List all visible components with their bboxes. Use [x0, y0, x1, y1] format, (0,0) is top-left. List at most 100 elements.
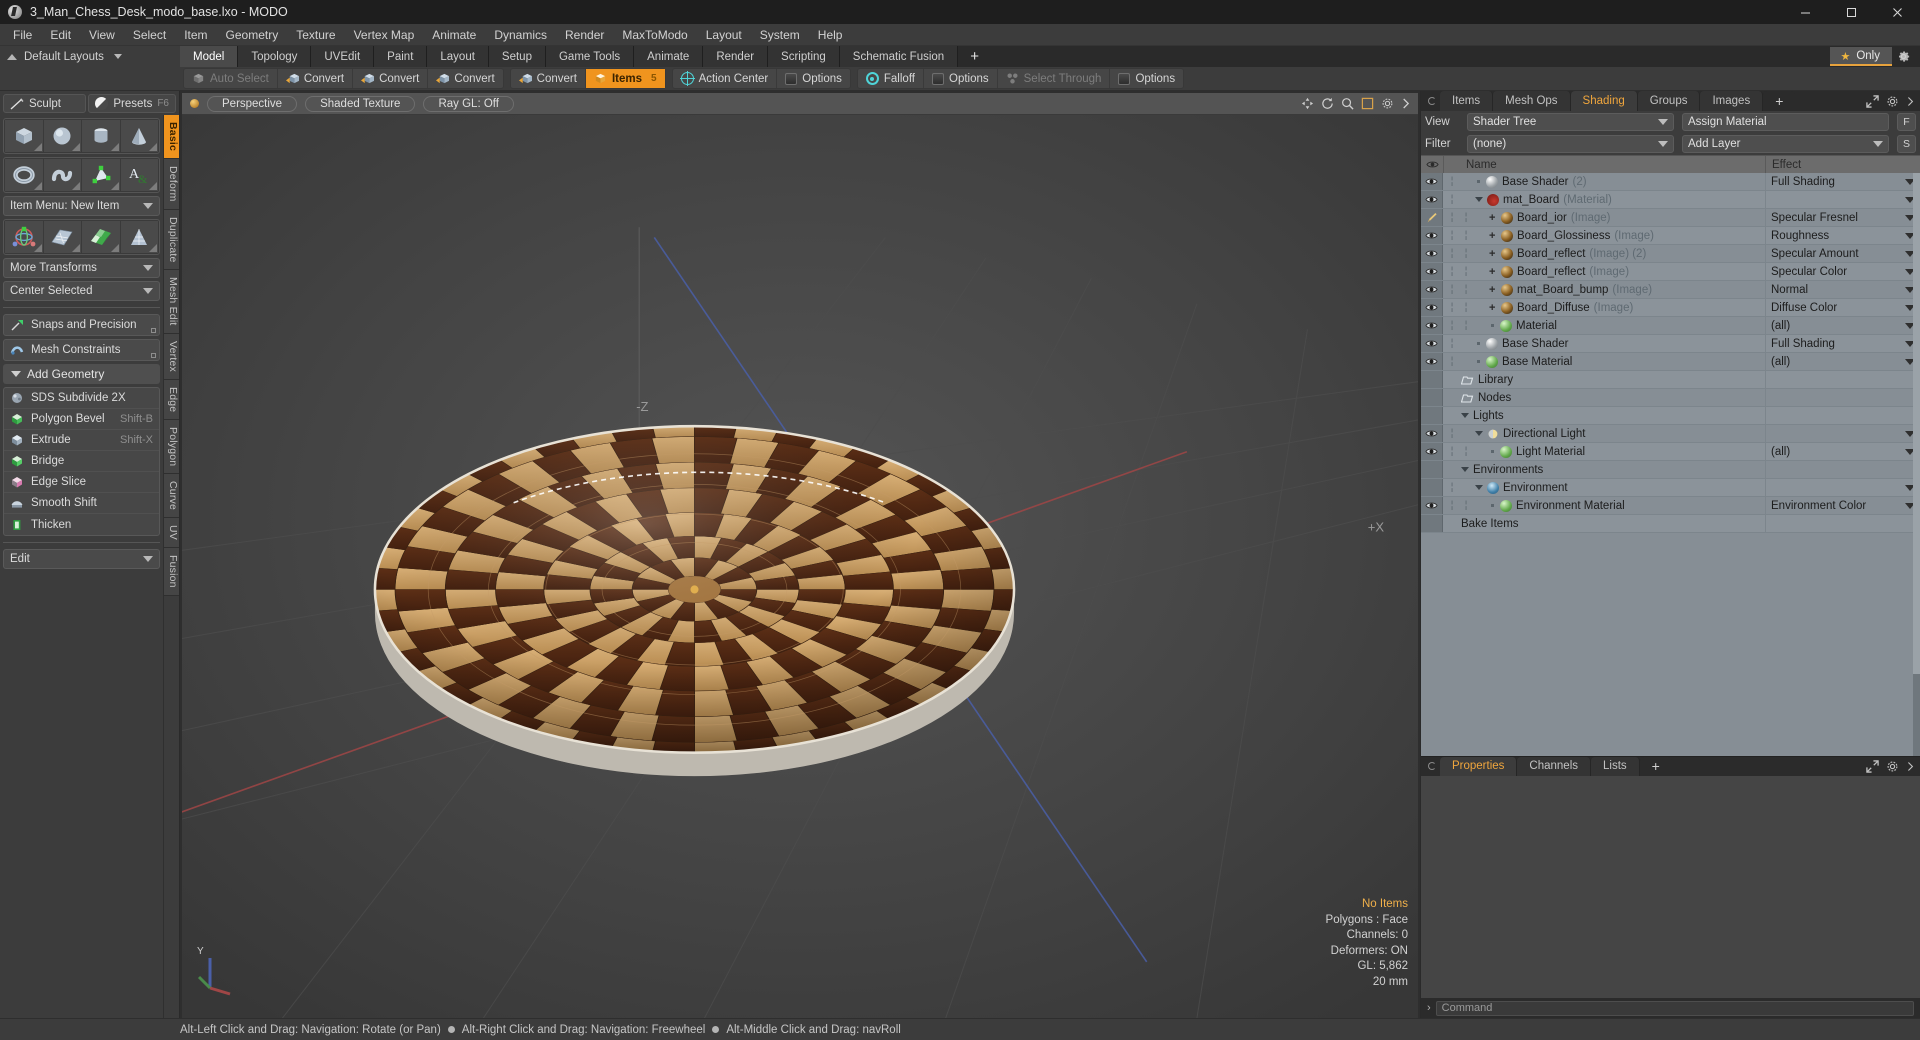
shading-tab-images[interactable]: Images [1700, 91, 1764, 111]
toolbar-button-select-through[interactable]: Select Through [998, 69, 1111, 88]
expand-triangle-icon[interactable] [1475, 431, 1483, 436]
torus-primitive-button[interactable] [5, 159, 43, 191]
shader-effect-dropdown[interactable]: Full Shading [1765, 335, 1920, 352]
layout-tab-render[interactable]: Render [703, 46, 769, 67]
viewport-projection-button[interactable]: Perspective [207, 95, 298, 112]
visibility-eye-icon[interactable] [1421, 281, 1443, 298]
menu-item-layout[interactable]: Layout [697, 26, 751, 44]
center-selected-dropdown[interactable]: Center Selected [3, 281, 160, 301]
assign-material-button[interactable]: Assign Material [1682, 113, 1889, 131]
cube-primitive-button[interactable] [5, 120, 43, 152]
visibility-eye-icon[interactable] [1421, 317, 1443, 334]
properties-tab-properties[interactable]: Properties [1440, 756, 1518, 776]
cone-primitive-button[interactable] [120, 120, 158, 152]
tree-scrollbar[interactable] [1913, 173, 1920, 756]
vertical-tab-mesh-edit[interactable]: Mesh Edit [164, 270, 179, 334]
sculpt-button[interactable]: Sculpt [3, 94, 87, 113]
toolbar-button-falloff[interactable]: Falloff [858, 69, 924, 88]
menu-item-edit[interactable]: Edit [41, 26, 80, 44]
toolbar-button-items[interactable]: Items 5 [585, 69, 665, 88]
geometry-tool-bridge[interactable]: Bridge [4, 451, 159, 472]
shader-effect-dropdown[interactable] [1765, 425, 1920, 442]
layout-tab-setup[interactable]: Setup [488, 46, 546, 67]
toolbar-button-auto-select[interactable]: Auto Select [184, 69, 278, 88]
cylinder-primitive-button[interactable] [82, 120, 120, 152]
layout-tab-uvedit[interactable]: UVEdit [311, 46, 375, 67]
viewport-raygl-button[interactable]: Ray GL: Off [423, 95, 514, 112]
vertical-tab-fusion[interactable]: Fusion [164, 548, 179, 597]
toolbar-button-options[interactable]: Options [1110, 69, 1183, 88]
edit-dropdown[interactable]: Edit [3, 549, 160, 569]
chevron-right-icon[interactable] [1401, 97, 1410, 110]
chevron-right-icon[interactable] [1906, 95, 1914, 108]
grid-plane-button[interactable] [43, 221, 81, 253]
menu-item-maxtomodo[interactable]: MaxToModo [613, 26, 696, 44]
shader-effect-dropdown[interactable]: (all) [1765, 443, 1920, 460]
shader-effect-dropdown[interactable] [1765, 479, 1920, 496]
gear-icon[interactable] [1381, 97, 1394, 110]
cone-mesh-button[interactable] [120, 221, 158, 253]
visibility-eye-icon[interactable] [1421, 335, 1443, 352]
layout-tab-model[interactable]: Model [180, 46, 239, 67]
add-properties-tab-button[interactable]: + [1639, 756, 1672, 776]
menu-item-texture[interactable]: Texture [287, 26, 344, 44]
menu-item-help[interactable]: Help [809, 26, 852, 44]
layout-tab-schematic-fusion[interactable]: Schematic Fusion [839, 46, 959, 67]
viewport-options-icon[interactable] [1361, 97, 1374, 110]
transform-gizmo-button[interactable] [5, 221, 43, 253]
geometry-tool-edge-slice[interactable]: Edge Slice [4, 472, 159, 493]
toolbar-button-options[interactable]: Options [777, 69, 850, 88]
chevron-right-icon[interactable] [1906, 760, 1914, 773]
viewport-shading-button[interactable]: Shaded Texture [305, 95, 416, 112]
add-layer-dropdown[interactable]: Add Layer [1682, 135, 1889, 153]
visibility-eye-icon[interactable] [1421, 497, 1443, 514]
shader-tree-row[interactable]: ¦ ¦ + Board_Glossiness (Image) Roughness [1421, 227, 1920, 245]
shader-tree-row[interactable]: ¦ Environment [1421, 479, 1920, 497]
rotate-view-icon[interactable] [1321, 97, 1334, 110]
only-toggle-button[interactable]: ★ Only [1830, 47, 1892, 66]
move-view-icon[interactable] [1301, 97, 1314, 110]
shader-tree-row[interactable]: Lights [1421, 407, 1920, 425]
expand-triangle-icon[interactable] [1461, 467, 1469, 472]
shader-tree-row[interactable]: ¦ ¦ + Board_reflect (Image) (2) Specular Amou… [1421, 245, 1920, 263]
shader-tree-row[interactable]: ¦ Base Shader Full Shading [1421, 335, 1920, 353]
vertical-tab-uv[interactable]: UV [164, 518, 179, 549]
shader-tree-row[interactable]: ¦ Directional Light [1421, 425, 1920, 443]
expand-triangle-icon[interactable] [1461, 413, 1469, 418]
visibility-eye-icon[interactable] [1421, 425, 1443, 442]
checker-plane-button[interactable] [82, 221, 120, 253]
panel-menu-icon[interactable] [1428, 762, 1436, 770]
geometry-tool-polygon-bevel[interactable]: Polygon Bevel Shift-B [4, 409, 159, 430]
expand-plus-icon[interactable]: + [1489, 266, 1497, 278]
add-layer-shortcut-button[interactable]: S [1897, 135, 1916, 153]
gear-icon[interactable] [1896, 49, 1912, 65]
gear-icon[interactable] [1886, 760, 1899, 773]
text-primitive-button[interactable]: A & [120, 159, 158, 191]
visibility-eye-icon[interactable] [1421, 443, 1443, 460]
mesh-constraints-button[interactable]: Mesh Constraints [3, 339, 160, 361]
shader-effect-dropdown[interactable] [1765, 389, 1920, 406]
shader-tree-row[interactable]: ¦ ¦ Material (all) [1421, 317, 1920, 335]
shader-effect-dropdown[interactable]: Environment Color [1765, 497, 1920, 514]
expand-plus-icon[interactable]: + [1489, 248, 1497, 260]
panel-menu-icon[interactable] [1428, 97, 1436, 105]
tree-scrollbar-thumb[interactable] [1913, 173, 1920, 674]
shader-tree-row[interactable]: ¦ Base Material (all) [1421, 353, 1920, 371]
menu-item-dynamics[interactable]: Dynamics [485, 26, 556, 44]
expand-plus-icon[interactable]: + [1489, 284, 1497, 296]
vertical-tab-basic[interactable]: Basic [164, 115, 179, 160]
shader-effect-dropdown[interactable]: Specular Color [1765, 263, 1920, 280]
tube-primitive-button[interactable] [43, 159, 81, 191]
shading-tab-mesh-ops[interactable]: Mesh Ops [1493, 91, 1571, 111]
options-square-icon[interactable] [151, 328, 156, 333]
visibility-eye-icon[interactable] [1421, 263, 1443, 280]
shader-effect-dropdown[interactable]: Specular Amount [1765, 245, 1920, 262]
toolbar-button-options[interactable]: Options [924, 69, 998, 88]
shader-effect-dropdown[interactable] [1765, 371, 1920, 388]
layout-tab-topology[interactable]: Topology [238, 46, 312, 67]
presets-button[interactable]: Presets F6 [88, 94, 176, 113]
shader-tree-row[interactable]: Library [1421, 371, 1920, 389]
add-layout-tab-button[interactable]: + [958, 46, 991, 67]
visibility-eye-icon[interactable] [1421, 227, 1443, 244]
shading-tab-groups[interactable]: Groups [1637, 91, 1701, 111]
